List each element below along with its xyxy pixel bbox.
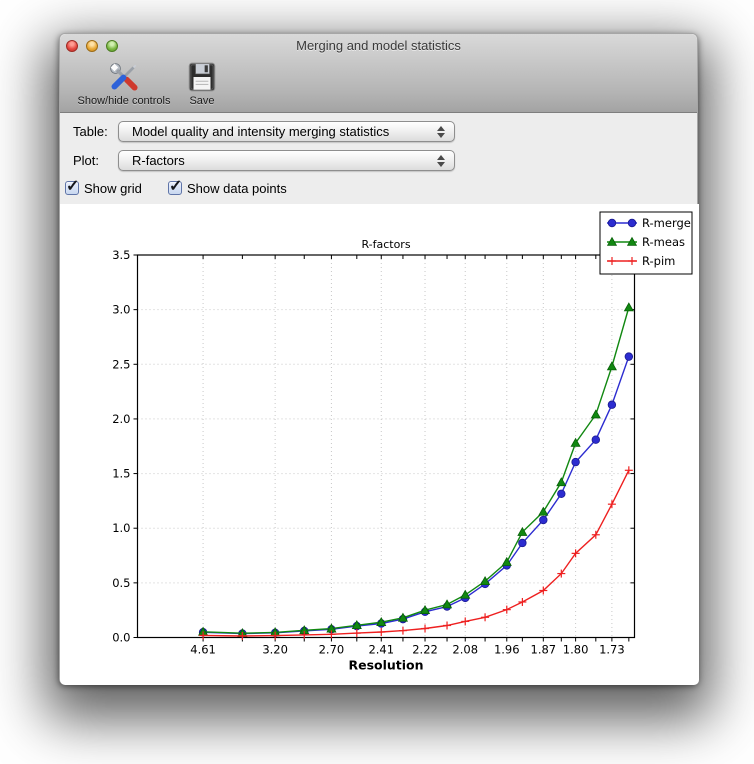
x-tick-label: 1.73: [599, 643, 625, 657]
plot-select[interactable]: R-factors: [118, 150, 455, 171]
data-point: [624, 303, 633, 311]
y-tick-label: 2.5: [112, 357, 130, 371]
chart-title: R-factors: [361, 238, 410, 251]
data-point: [461, 590, 470, 598]
checkmark-icon: ✓: [169, 176, 182, 196]
y-tick-label: 3.5: [112, 248, 130, 262]
legend: R-merge R-meas R-pim: [600, 212, 692, 274]
x-tick-label: 1.80: [563, 643, 589, 657]
table-select[interactable]: Model quality and intensity merging stat…: [118, 121, 455, 142]
y-tick-label: 0.0: [112, 631, 130, 645]
toolbar-button-save[interactable]: Save: [182, 60, 222, 107]
checkbox-show-data-points[interactable]: ✓: [168, 181, 182, 195]
table-select-value: Model quality and intensity merging stat…: [132, 124, 389, 139]
screen: Merging and model statistics Show/hide c…: [0, 0, 754, 764]
checkbox-row: ✓ Show grid ✓ Show data points: [60, 179, 697, 201]
table-label: Table:: [73, 124, 108, 139]
checkbox-show-grid[interactable]: ✓: [65, 181, 79, 195]
grid-lines: [138, 255, 635, 638]
x-tick-label: 4.61: [190, 643, 216, 657]
data-point: [519, 539, 527, 547]
y-tick-label: 1.0: [112, 521, 130, 535]
series-r-meas: [199, 303, 634, 637]
data-point: [608, 401, 616, 409]
series-r-merge: [199, 353, 632, 638]
x-tick-label: 2.70: [319, 643, 345, 657]
y-tick-label: 2.0: [112, 412, 130, 426]
app-window: Merging and model statistics Show/hide c…: [59, 33, 698, 684]
x-tick-label: 3.20: [262, 643, 288, 657]
titlebar[interactable]: Merging and model statistics: [60, 34, 697, 58]
legend-label: R-pim: [642, 254, 675, 268]
axis-ticks: [134, 255, 635, 642]
stepper-icon: [436, 154, 445, 168]
y-tick-label: 0.5: [112, 576, 130, 590]
toolbar-button-show-hide-controls[interactable]: Show/hide controls: [68, 60, 180, 107]
data-point: [608, 219, 616, 227]
data-point: [607, 362, 616, 370]
x-tick-label: 2.41: [368, 643, 394, 657]
window-header: Merging and model statistics Show/hide c…: [60, 34, 697, 113]
checkbox-show-grid-label: Show grid: [84, 181, 142, 196]
data-point: [625, 353, 633, 361]
tools-icon: [107, 60, 141, 94]
x-axis-label: Resolution: [348, 658, 423, 673]
plot-select-value: R-factors: [132, 153, 185, 168]
x-tick-label: 1.87: [531, 643, 557, 657]
data-point: [628, 219, 636, 227]
checkbox-show-data-points-label: Show data points: [187, 181, 287, 196]
data-point: [557, 478, 566, 486]
stepper-icon: [436, 125, 445, 139]
x-tick-label: 2.08: [452, 643, 478, 657]
x-tick-label: 2.22: [412, 643, 438, 657]
toolbar-label: Show/hide controls: [68, 95, 180, 107]
data-point: [539, 507, 548, 515]
data-point: [592, 436, 600, 444]
y-tick-label: 3.0: [112, 303, 130, 317]
data-point: [591, 410, 600, 418]
x-tick-label: 1.96: [494, 643, 520, 657]
legend-label: R-meas: [642, 235, 685, 249]
window-title: Merging and model statistics: [60, 38, 697, 53]
y-tick-label: 1.5: [112, 467, 130, 481]
plot-panel: 0.0 0.5 1.0 1.5 2.0 2.5 3.0 3.5 4.61 3.20 2.70 2.41…: [60, 204, 699, 685]
chart: 0.0 0.5 1.0 1.5 2.0 2.5 3.0 3.5 4.61 3.20 2.70 2.41…: [60, 204, 699, 685]
series-line: [203, 308, 629, 634]
legend-label: R-merge: [642, 216, 691, 230]
axes-frame: [138, 255, 635, 638]
controls-panel: Table: Model quality and intensity mergi…: [60, 113, 697, 204]
save-icon: [185, 60, 219, 94]
toolbar-label: Save: [182, 95, 222, 107]
data-point: [558, 490, 566, 498]
data-point: [540, 516, 548, 524]
plot-label: Plot:: [73, 153, 99, 168]
checkmark-icon: ✓: [66, 176, 79, 196]
toolbar: Show/hide controls Save: [60, 58, 697, 113]
data-point: [572, 458, 580, 466]
